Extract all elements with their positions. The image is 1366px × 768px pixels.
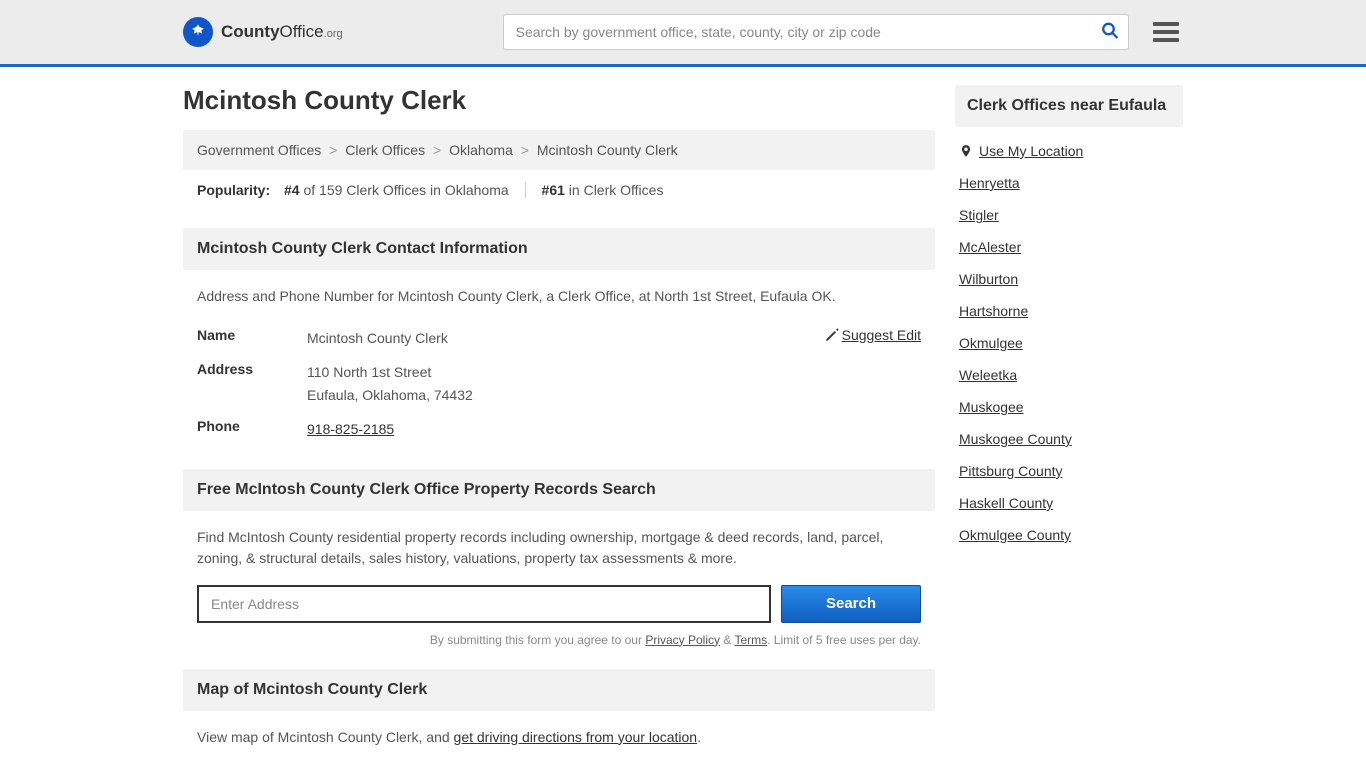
- breadcrumb-link[interactable]: Oklahoma: [449, 142, 513, 158]
- popularity-item: #4 of 159 Clerk Offices in Oklahoma: [284, 182, 526, 198]
- property-description: Find McIntosh County residential propert…: [183, 527, 935, 569]
- use-my-location-link[interactable]: Use My Location: [959, 143, 1179, 159]
- popularity-label: Popularity:: [197, 182, 270, 198]
- sidebar-link[interactable]: Stigler: [959, 207, 1179, 223]
- header-search-button[interactable]: [1095, 16, 1125, 49]
- phone-link[interactable]: 918-825-2185: [307, 421, 394, 437]
- sidebar-list: Use My Location Henryetta Stigler McAles…: [955, 143, 1183, 543]
- sidebar-link[interactable]: Okmulgee County: [959, 527, 1179, 543]
- sidebar-link[interactable]: Pittsburg County: [959, 463, 1179, 479]
- search-icon: [1101, 22, 1119, 40]
- eagle-icon: [183, 17, 213, 47]
- logo-text: CountyOffice.org: [221, 22, 343, 42]
- sidebar-link[interactable]: Haskell County: [959, 495, 1179, 511]
- name-label: Name: [197, 327, 307, 343]
- sidebar-link[interactable]: Wilburton: [959, 271, 1179, 287]
- sidebar-link[interactable]: McAlester: [959, 239, 1179, 255]
- sidebar-link[interactable]: Okmulgee: [959, 335, 1179, 351]
- header-search-wrap: [503, 14, 1129, 50]
- address-input[interactable]: [197, 585, 771, 623]
- location-pin-icon: [959, 144, 973, 158]
- header-search-input[interactable]: [503, 14, 1129, 50]
- breadcrumb-link[interactable]: Government Offices: [197, 142, 321, 158]
- logo-link[interactable]: CountyOffice.org: [183, 17, 343, 47]
- privacy-policy-link[interactable]: Privacy Policy: [645, 633, 720, 647]
- sidebar-link[interactable]: Muskogee: [959, 399, 1179, 415]
- sidebar-header: Clerk Offices near Eufaula: [955, 85, 1183, 127]
- sidebar-link[interactable]: Muskogee County: [959, 431, 1179, 447]
- phone-label: Phone: [197, 418, 307, 434]
- consent-text: By submitting this form you agree to our…: [183, 633, 935, 647]
- contact-info-table: Name Mcintosh County Clerk Suggest Edit …: [183, 327, 935, 441]
- breadcrumb-sep: >: [433, 142, 441, 158]
- sidebar: Clerk Offices near Eufaula Use My Locati…: [955, 85, 1183, 748]
- breadcrumb-link[interactable]: Clerk Offices: [345, 142, 425, 158]
- property-search-form: Search: [183, 585, 935, 623]
- top-bar: CountyOffice.org: [0, 0, 1366, 67]
- address-label: Address: [197, 361, 307, 377]
- map-description: View map of Mcintosh County Clerk, and g…: [183, 727, 935, 748]
- page-title: Mcintosh County Clerk: [183, 85, 935, 116]
- breadcrumb: Government Offices > Clerk Offices > Okl…: [183, 130, 935, 170]
- hamburger-menu-icon[interactable]: [1149, 14, 1183, 50]
- property-search-button[interactable]: Search: [781, 585, 921, 623]
- edit-icon: [824, 327, 840, 343]
- popularity-row: Popularity: #4 of 159 Clerk Offices in O…: [183, 182, 935, 214]
- address-value: 110 North 1st Street Eufaula, Oklahoma, …: [307, 361, 921, 406]
- sidebar-link[interactable]: Hartshorne: [959, 303, 1179, 319]
- sidebar-link[interactable]: Henryetta: [959, 175, 1179, 191]
- contact-description: Address and Phone Number for Mcintosh Co…: [183, 286, 935, 307]
- contact-section-header: Mcintosh County Clerk Contact Informatio…: [183, 228, 935, 270]
- breadcrumb-sep: >: [329, 142, 337, 158]
- map-section-header: Map of Mcintosh County Clerk: [183, 669, 935, 711]
- directions-link[interactable]: get driving directions from your locatio…: [454, 729, 698, 745]
- property-section-header: Free McIntosh County Clerk Office Proper…: [183, 469, 935, 511]
- suggest-edit-link[interactable]: Suggest Edit: [824, 327, 921, 343]
- terms-link[interactable]: Terms: [734, 633, 767, 647]
- breadcrumb-sep: >: [521, 142, 529, 158]
- name-value: Mcintosh County Clerk: [307, 327, 824, 349]
- breadcrumb-current: Mcintosh County Clerk: [537, 142, 678, 158]
- main-column: Mcintosh County Clerk Government Offices…: [183, 85, 935, 748]
- sidebar-link[interactable]: Weleetka: [959, 367, 1179, 383]
- popularity-item: #61 in Clerk Offices: [530, 182, 676, 198]
